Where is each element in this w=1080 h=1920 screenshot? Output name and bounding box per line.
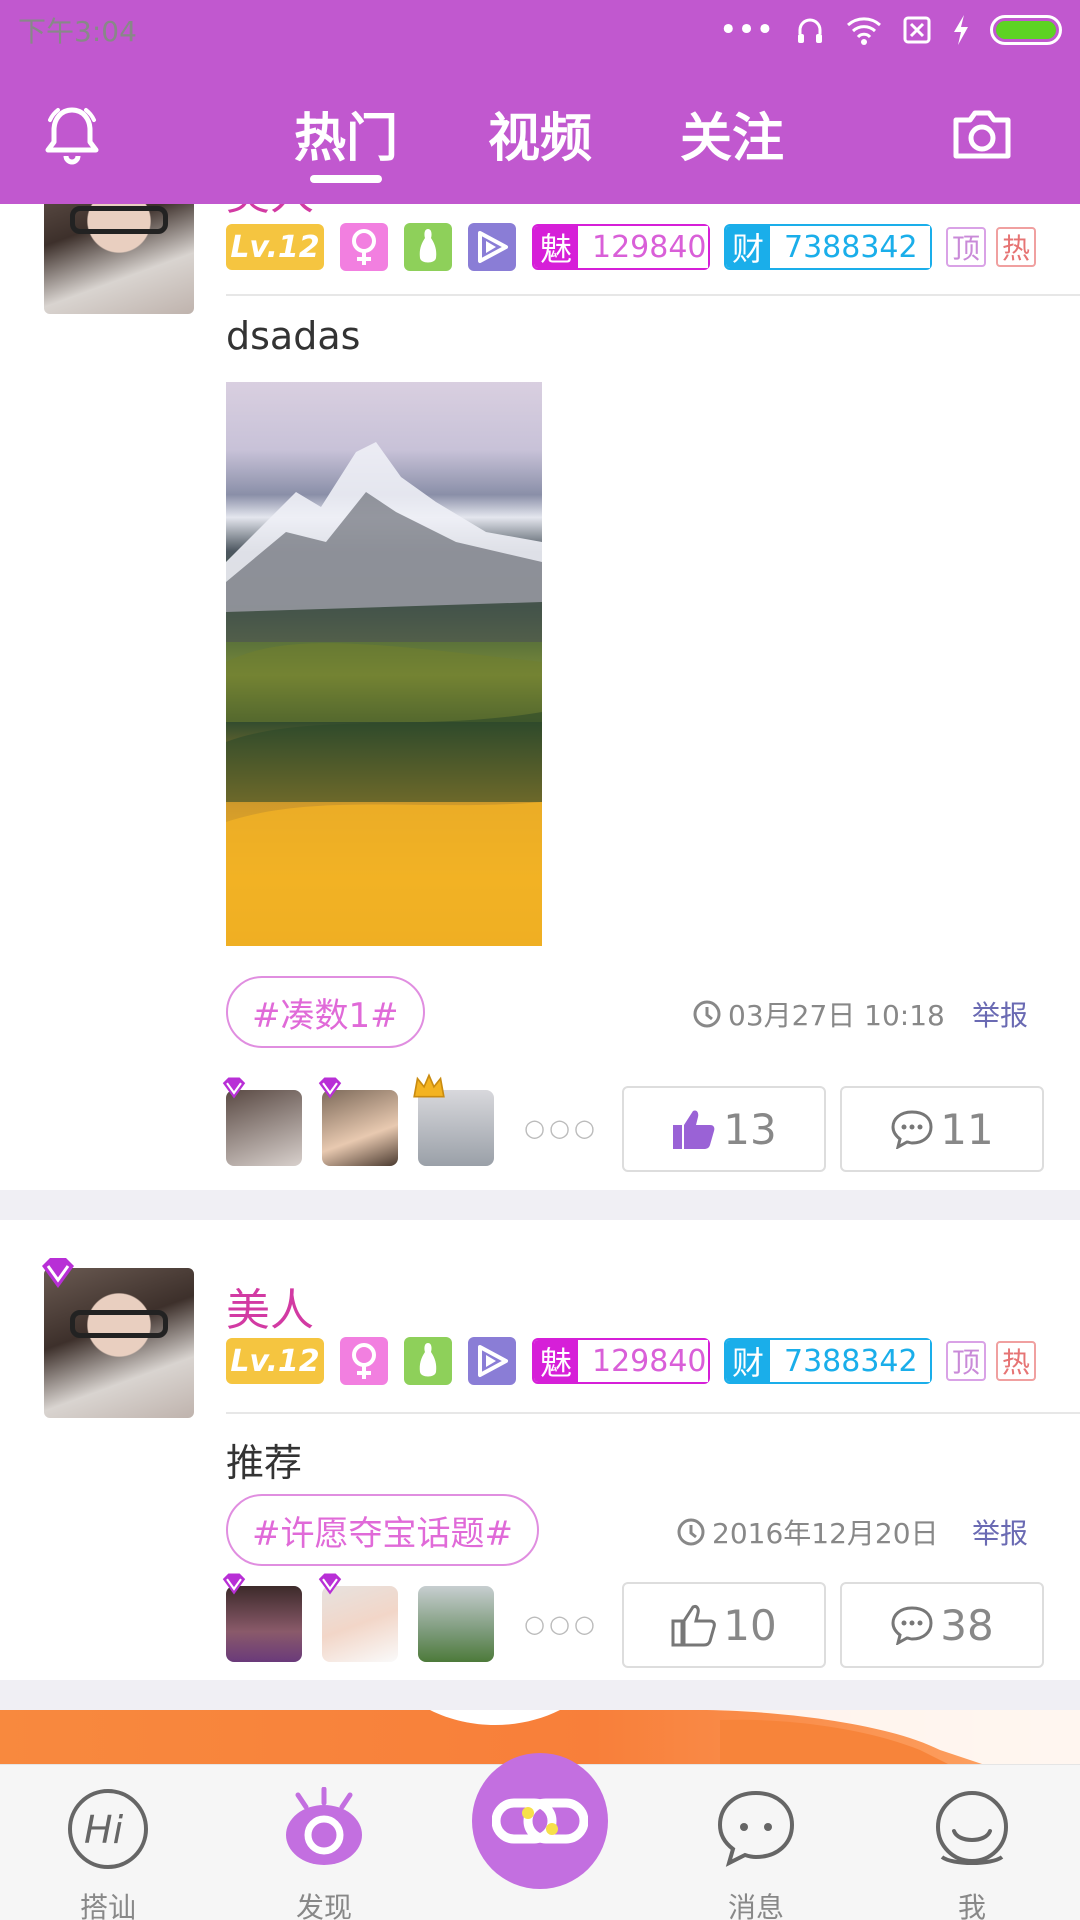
wealth-stat: 财 7388342 [724, 1338, 932, 1384]
tab-follow[interactable]: 关注 [680, 96, 784, 171]
tab-video[interactable]: 视频 [488, 96, 592, 171]
post-separator [0, 1680, 1080, 1710]
tab-hot[interactable]: 热门 [294, 96, 398, 183]
feed-list[interactable]: 美人 Lv.12 魅 129840 财 7388342 [0, 204, 1080, 1764]
crown-icon [413, 1073, 445, 1098]
center-link-button[interactable] [472, 1753, 608, 1889]
thumbs-up-icon [671, 1605, 717, 1647]
female-icon [340, 1337, 388, 1385]
app-root: 下午3:04 ••• 热门 视频 关注 美人 Lv.12 [0, 0, 1080, 1920]
hot-badge: 热 [996, 227, 1037, 267]
status-time: 下午3:04 [18, 15, 137, 48]
vip-gem-icon [42, 1258, 74, 1288]
comment-count: 38 [940, 1600, 994, 1650]
topic-tag[interactable]: #许愿夺宝话题# [226, 1494, 539, 1566]
post-card: 美人 Lv.12 魅 129840 财 7388342 [0, 204, 1080, 1172]
video-badge-icon [468, 1337, 516, 1385]
like-button[interactable]: 10 [622, 1582, 826, 1668]
profile-icon [936, 1791, 1008, 1865]
like-count: 10 [723, 1600, 777, 1650]
video-badge-icon [468, 223, 516, 271]
liker-avatar[interactable] [318, 1573, 398, 1662]
level-badge: Lv.12 [226, 1338, 324, 1384]
post-time-text: 2016年12月20日 [712, 1517, 939, 1550]
topic-tag[interactable]: #凑数1# [226, 976, 425, 1048]
liker-avatar[interactable] [413, 1073, 494, 1166]
post-time: 2016年12月20日 [676, 1512, 939, 1552]
hi-icon: Hi [68, 1789, 148, 1869]
top-tabs: 热门 视频 关注 [0, 60, 1080, 204]
mountain-illustration [226, 442, 542, 946]
thumbs-up-icon [673, 1110, 715, 1149]
no-sim-icon [903, 16, 931, 44]
nav-label: 消息 [727, 1891, 784, 1920]
status-icons: ••• [719, 12, 1062, 48]
comment-count: 11 [940, 1104, 994, 1154]
report-link[interactable]: 举报 [972, 994, 1028, 1034]
liker-avatar[interactable] [222, 1077, 302, 1166]
chat-bubble-icon [717, 1790, 795, 1867]
liker-avatar[interactable] [222, 1573, 302, 1662]
female-icon [340, 223, 388, 271]
badge-row: Lv.12 魅 129840 财 7388342 顶 热 [226, 222, 1046, 272]
more-likers[interactable]: ○○○ [524, 1610, 599, 1638]
top-badge: 顶 [946, 227, 987, 267]
avatar[interactable] [44, 204, 194, 314]
nav-label: 我 [957, 1891, 986, 1920]
post-separator [0, 1190, 1080, 1220]
charm-stat: 魅 129840 [532, 224, 710, 270]
more-dots-icon: ••• [719, 12, 774, 48]
user-name[interactable]: 美人 [226, 204, 314, 222]
nav-discover[interactable]: 发现 [264, 1786, 384, 1920]
comment-button[interactable]: 11 [840, 1086, 1044, 1172]
badge-row: Lv.12 魅 129840 财 7388342 顶 热 [226, 1336, 1046, 1386]
more-likers[interactable]: ○○○ [524, 1114, 599, 1142]
headphones-icon [798, 18, 822, 43]
like-button[interactable]: 13 [622, 1086, 826, 1172]
wealth-stat: 财 7388342 [724, 224, 932, 270]
clock-icon [693, 1000, 721, 1028]
bowling-pin-icon [404, 1337, 452, 1385]
comment-icon [891, 1606, 933, 1645]
liker-avatars: ○○○ [222, 1573, 599, 1662]
bottom-nav: Hi 搭讪 发现 消息 我 [0, 1753, 1080, 1920]
nav-me[interactable]: 我 [912, 1787, 1032, 1920]
hot-badge: 热 [996, 1341, 1037, 1381]
liker-avatars: ○○○ [222, 1073, 599, 1166]
post-image[interactable] [226, 382, 542, 946]
top-header: 热门 视频 关注 [0, 60, 1080, 204]
comment-button[interactable]: 38 [840, 1582, 1044, 1668]
charging-icon [954, 15, 968, 45]
avatar[interactable] [44, 1268, 194, 1418]
clock-icon [677, 1518, 705, 1546]
divider [226, 1412, 1080, 1414]
post-text: 推荐 [226, 1441, 303, 1485]
divider [226, 294, 1080, 296]
post-text: dsadas [226, 314, 361, 358]
charm-stat: 魅 129840 [532, 1338, 710, 1384]
svg-text:Hi: Hi [84, 1808, 124, 1852]
discover-eye-icon [286, 1786, 362, 1865]
top-badge: 顶 [946, 1341, 987, 1381]
battery-icon [990, 15, 1062, 45]
post-time: 03月27日 10:18 [692, 994, 945, 1034]
post-time-text: 03月27日 10:18 [728, 999, 945, 1032]
liker-avatar[interactable] [318, 1077, 398, 1166]
liker-avatar[interactable] [418, 1586, 494, 1662]
bowling-pin-icon [404, 223, 452, 271]
status-bar: 下午3:04 ••• [0, 0, 1080, 60]
user-name[interactable]: 美人 [226, 1274, 314, 1338]
level-badge: Lv.12 [226, 224, 324, 270]
report-link[interactable]: 举报 [972, 1512, 1028, 1552]
nav-dashan[interactable]: Hi 搭讪 [48, 1787, 168, 1920]
camera-icon[interactable] [946, 98, 1018, 170]
post-card: 美人 Lv.12 魅 129840 财 7388342 [0, 1220, 1080, 1720]
like-count: 13 [723, 1104, 777, 1154]
nav-messages[interactable]: 消息 [696, 1787, 816, 1920]
wifi-icon [847, 17, 881, 45]
nav-label: 发现 [295, 1891, 352, 1920]
link-center-icon [492, 1798, 588, 1844]
nav-label: 搭讪 [79, 1891, 136, 1920]
comment-icon [891, 1110, 933, 1149]
